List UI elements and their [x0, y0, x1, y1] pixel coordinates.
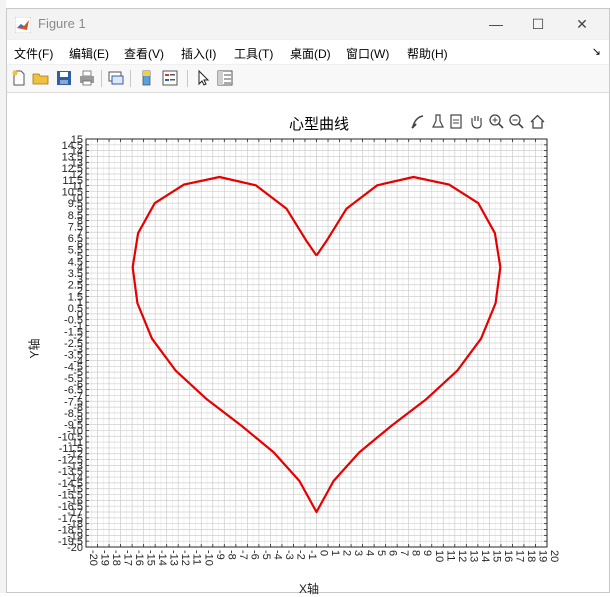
- x-tick-label: 12: [456, 550, 468, 562]
- x-tick-label: 4: [364, 550, 376, 556]
- minimize-button[interactable]: —: [473, 9, 519, 39]
- x-tick-label: 0: [318, 550, 330, 556]
- x-tick-label: -8: [225, 550, 237, 560]
- x-tick-label: 20: [548, 550, 560, 562]
- x-tick-label: 17: [513, 550, 525, 562]
- home-icon[interactable]: [529, 113, 546, 130]
- x-tick-label: 19: [536, 550, 548, 562]
- x-tick-label: 10: [433, 550, 445, 562]
- menu-insert[interactable]: 插入(I): [181, 45, 216, 62]
- maximize-button[interactable]: ☐: [515, 9, 561, 39]
- x-tick-label: -2: [294, 550, 306, 560]
- x-tick-label: -14: [156, 550, 168, 566]
- x-tick-label: 13: [467, 550, 479, 562]
- x-tick-label: 7: [398, 550, 410, 556]
- x-tick-label: -13: [168, 550, 180, 566]
- x-tick-label: -16: [133, 550, 145, 566]
- data-tips-icon[interactable]: [430, 113, 447, 130]
- x-tick-label: -6: [248, 550, 260, 560]
- zoom-out-icon[interactable]: [508, 113, 525, 130]
- x-tick-label: 8: [410, 550, 422, 556]
- x-tick-label: 9: [421, 550, 433, 556]
- menu-desktop[interactable]: 桌面(D): [290, 45, 331, 62]
- menu-window[interactable]: 窗口(W): [346, 45, 389, 62]
- plot-area[interactable]: -20 -19 -18 -17 -16 -15 -14 -13 -12 -11 -10 -9 -8 -7-…: [7, 93, 609, 592]
- x-tick-label: -3: [283, 550, 295, 560]
- title-bar: Figure 1 — ☐ ✕: [7, 9, 609, 39]
- export-icon[interactable]: [448, 113, 465, 130]
- x-tick-label: -12: [179, 550, 191, 566]
- x-tick-label: 11: [444, 550, 456, 561]
- x-tick-label: -11: [191, 550, 203, 565]
- x-tick-label: 1: [329, 550, 341, 556]
- x-tick-label: 5: [375, 550, 387, 556]
- figure-toolbar: [7, 65, 609, 93]
- figure-canvas: -20 -19 -18 -17 -16 -15 -14 -13 -12 -11 -10 -9 -8 -7-…: [7, 93, 609, 596]
- menu-help[interactable]: 帮助(H): [407, 45, 448, 62]
- matlab-logo-icon: [15, 17, 31, 33]
- menu-tools[interactable]: 工具(T): [234, 45, 273, 62]
- x-tick-label: -1: [306, 550, 318, 560]
- x-tick-label: -9: [214, 550, 226, 560]
- menu-view[interactable]: 查看(V): [124, 45, 164, 62]
- x-tick-label: -10: [202, 550, 214, 566]
- minimize-icon: —: [489, 16, 503, 32]
- x-tick-label: 15: [490, 550, 502, 562]
- toolbar-separator: [130, 70, 131, 87]
- menu-file[interactable]: 文件(F): [14, 45, 53, 62]
- x-tick-label: 14: [479, 550, 491, 562]
- menu-collapse-icon[interactable]: ↘: [592, 45, 601, 58]
- save-icon[interactable]: [55, 69, 73, 87]
- figure-window: Figure 1 — ☐ ✕ 文件(F) 编辑(E) 查看(V) 插入(I) 工…: [6, 8, 610, 596]
- x-tick-label: -5: [260, 550, 272, 560]
- x-tick-label: -15: [145, 550, 157, 566]
- close-button[interactable]: ✕: [559, 9, 605, 39]
- print-icon[interactable]: [78, 69, 96, 87]
- brush-icon[interactable]: [410, 113, 427, 130]
- x-tick-label: 16: [502, 550, 514, 562]
- legend-icon[interactable]: [161, 69, 179, 87]
- menu-edit[interactable]: 编辑(E): [69, 45, 109, 62]
- pan-hand-icon[interactable]: [468, 113, 485, 130]
- x-tick-label: -18: [110, 550, 122, 566]
- window-title: Figure 1: [38, 16, 86, 31]
- x-tick-label: -17: [122, 550, 134, 566]
- x-axis-label: X轴: [299, 582, 320, 596]
- x-tick-label: 3: [352, 550, 364, 556]
- x-tick-label: -20: [87, 550, 99, 566]
- link-plot-icon[interactable]: [107, 69, 125, 87]
- pointer-icon[interactable]: [194, 69, 212, 87]
- maximize-icon: ☐: [531, 16, 545, 32]
- new-figure-icon[interactable]: [10, 69, 28, 87]
- x-tick-label: -7: [237, 550, 249, 560]
- menu-bar: 文件(F) 编辑(E) 查看(V) 插入(I) 工具(T) 桌面(D) 窗口(W…: [7, 40, 609, 64]
- x-tick-label: 2: [341, 550, 353, 556]
- property-inspector-icon[interactable]: [216, 69, 234, 87]
- colorbar-icon[interactable]: [138, 69, 156, 87]
- toolbar-separator: [187, 70, 188, 87]
- open-file-icon[interactable]: [32, 69, 50, 87]
- x-tick-label: 18: [525, 550, 537, 562]
- chart-title: 心型曲线: [288, 116, 349, 133]
- x-tick-label: -19: [99, 550, 111, 566]
- zoom-in-icon[interactable]: [488, 113, 505, 130]
- y-axis-label: Y轴: [27, 338, 42, 359]
- x-tick-label: 6: [387, 550, 399, 556]
- toolbar-separator: [101, 70, 102, 87]
- x-tick-label: -4: [271, 550, 283, 560]
- close-icon: ✕: [576, 16, 588, 32]
- y-tick-label: 15: [71, 134, 83, 146]
